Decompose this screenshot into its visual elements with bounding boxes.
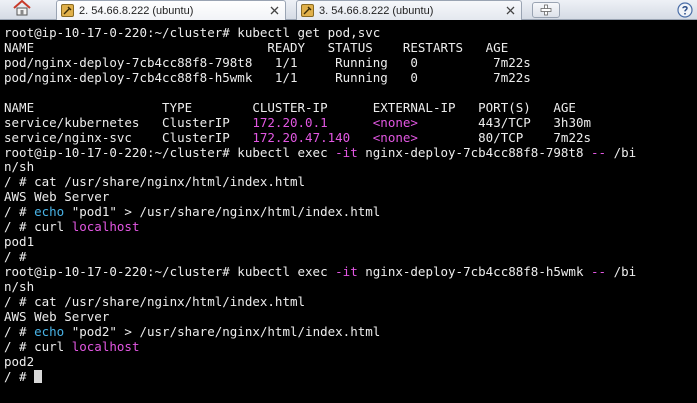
terminal-line: n/sh xyxy=(4,159,697,175)
terminal-line: pod/nginx-deploy-7cb4cc88f8-798t8 1/1 Ru… xyxy=(4,54,697,71)
terminal-text: root@ip-10-17-0-220:~/cluster# kubectl e… xyxy=(4,144,336,160)
terminal-text: service/nginx-svc ClusterIP xyxy=(4,129,253,145)
terminal-text: root@ip-10-17-0-220:~/cluster# kubectl e… xyxy=(4,264,336,279)
terminal-line: NAME READY STATUS RESTARTS AGE xyxy=(4,39,697,56)
terminal-text: n/sh xyxy=(4,278,35,294)
terminal-line: root@ip-10-17-0-220:~/cluster# kubectl e… xyxy=(4,264,697,280)
tab-label: 2. 54.66.8.222 (ubuntu) xyxy=(79,4,194,17)
terminal-text: /bi xyxy=(606,144,637,160)
terminal-line: / # curl localhost xyxy=(4,338,697,355)
terminal-text: nginx-deploy-7cb4cc88f8-798t8 xyxy=(357,144,592,160)
terminal-text: n/sh xyxy=(4,159,35,175)
terminal-text: / # xyxy=(4,368,35,384)
tab-bar: 2. 54.66.8.222 (ubuntu) 3. 54.66.8.222 (… xyxy=(0,0,697,20)
terminal-session-icon xyxy=(61,4,74,17)
terminal-text: 80/TCP 7m22s xyxy=(417,129,592,145)
terminal-cursor xyxy=(34,369,43,383)
tab-session-2[interactable]: 2. 54.66.8.222 (ubuntu) xyxy=(56,0,286,20)
terminal-text: service/kubernetes ClusterIP xyxy=(4,114,253,130)
terminal-text: NAME READY STATUS RESTARTS AGE xyxy=(4,39,509,55)
terminal-line: AWS Web Server xyxy=(4,189,697,205)
terminal-text: echo xyxy=(34,323,65,339)
terminal-text: pod2 xyxy=(4,353,35,369)
terminal-text: nginx-deploy-7cb4cc88f8-h5wmk xyxy=(357,264,592,279)
terminal-text: root@ip-10-17-0-220:~/cluster# kubectl g… xyxy=(4,25,381,40)
terminal-text: /bi xyxy=(606,264,637,279)
terminal-text: 172.20.47.140 xyxy=(252,129,351,145)
terminal-text: pod1 xyxy=(4,234,35,250)
terminal-text: AWS Web Server xyxy=(4,189,110,205)
terminal-output[interactable]: root@ip-10-17-0-220:~/cluster# kubectl g… xyxy=(0,20,697,403)
terminal-text: -- xyxy=(591,264,607,279)
terminal-text: / # xyxy=(4,249,27,265)
terminal-text: / # curl xyxy=(4,338,72,354)
terminal-line: / # echo "pod2" > /usr/share/nginx/html/… xyxy=(4,323,697,340)
terminal-line: root@ip-10-17-0-220:~/cluster# kubectl g… xyxy=(4,25,697,41)
terminal-line: NAME TYPE CLUSTER-IP EXTERNAL-IP PORT(S)… xyxy=(4,99,697,116)
terminal-text: -it xyxy=(335,144,358,160)
terminal-session-icon xyxy=(301,4,314,17)
new-tab-icon xyxy=(540,1,552,20)
terminal-text: "pod1" > /usr/share/nginx/html/index.htm… xyxy=(64,204,381,220)
terminal-text: / # cat /usr/share/nginx/html/index.html xyxy=(4,174,306,190)
terminal-text: pod/nginx-deploy-7cb4cc88f8-h5wmk 1/1 Ru… xyxy=(4,69,531,85)
help-icon[interactable] xyxy=(676,1,694,19)
terminal-line: / # cat /usr/share/nginx/html/index.html xyxy=(4,174,697,190)
terminal-line: / # curl localhost xyxy=(4,219,697,235)
tab-label: 3. 54.66.8.222 (ubuntu) xyxy=(319,4,434,17)
terminal-text: 172.20.0.1 xyxy=(252,114,328,130)
terminal-text: localhost xyxy=(71,219,140,235)
terminal-text: pod/nginx-deploy-7cb4cc88f8-798t8 1/1 Ru… xyxy=(4,54,531,70)
terminal-line: pod1 xyxy=(4,234,697,250)
terminal-line: n/sh xyxy=(4,278,697,295)
terminal-text: NAME TYPE CLUSTER-IP EXTERNAL-IP PORT(S)… xyxy=(4,99,576,115)
terminal-text: "pod2" > /usr/share/nginx/html/index.htm… xyxy=(64,323,381,339)
terminal-line: pod2 xyxy=(4,353,697,370)
terminal-text: 443/TCP 3h30m xyxy=(417,114,592,130)
terminal-line: pod/nginx-deploy-7cb4cc88f8-h5wmk 1/1 Ru… xyxy=(4,69,697,86)
close-icon[interactable] xyxy=(503,4,517,18)
terminal-line: AWS Web Server xyxy=(4,308,697,325)
home-button[interactable] xyxy=(2,0,42,20)
terminal-text: / # curl xyxy=(4,219,72,235)
terminal-text: / # cat /usr/share/nginx/html/index.html xyxy=(4,293,306,309)
terminal-text: <none> xyxy=(372,114,418,130)
terminal-line: root@ip-10-17-0-220:~/cluster# kubectl e… xyxy=(4,144,697,161)
terminal-line: / # xyxy=(4,368,697,385)
terminal-text: / # xyxy=(4,204,35,220)
tab-session-3[interactable]: 3. 54.66.8.222 (ubuntu) xyxy=(296,0,522,20)
terminal-line: / # cat /usr/share/nginx/html/index.html xyxy=(4,293,697,310)
terminal-text: localhost xyxy=(71,338,140,354)
home-icon xyxy=(12,0,32,20)
terminal-text: echo xyxy=(34,204,65,220)
terminal-line: / # echo "pod1" > /usr/share/nginx/html/… xyxy=(4,204,697,220)
terminal-text: AWS Web Server xyxy=(4,308,110,324)
terminal-line: service/kubernetes ClusterIP 172.20.0.1 … xyxy=(4,114,697,131)
close-icon[interactable] xyxy=(267,4,281,18)
terminal-text: / # xyxy=(4,323,35,339)
new-tab-button[interactable] xyxy=(532,2,560,18)
terminal-line: / # xyxy=(4,249,697,265)
terminal-text: -- xyxy=(591,144,607,160)
terminal-text: -it xyxy=(335,264,358,279)
terminal-line: service/nginx-svc ClusterIP 172.20.47.14… xyxy=(4,129,697,146)
terminal-text: <none> xyxy=(372,129,418,145)
